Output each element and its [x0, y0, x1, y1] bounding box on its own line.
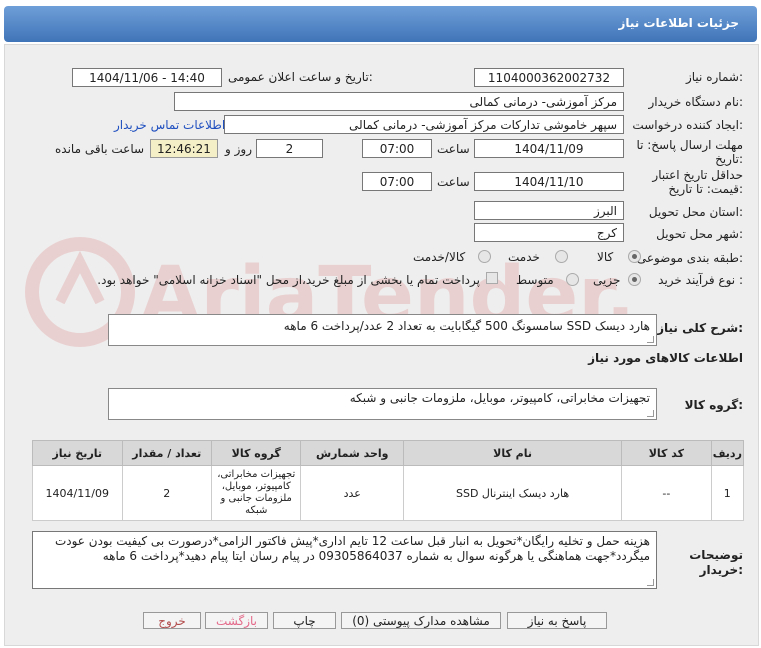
- summary-field: هارد دیسک SSD سامسونگ 500 گیگابایت به تع…: [108, 314, 657, 346]
- remaining-label: ساعت باقی مانده: [55, 142, 145, 156]
- deadline-label-line2: تاریخ:: [715, 152, 743, 166]
- purchase-note: پرداخت تمام یا بخشی از مبلغ خرید،از محل …: [97, 273, 480, 287]
- deadline-label-line1: مهلت ارسال پاسخ: تا: [636, 138, 743, 152]
- print-button[interactable]: چاپ: [273, 612, 336, 629]
- col-row: ردیف: [710, 440, 745, 466]
- exit-button[interactable]: خروج: [143, 612, 201, 629]
- col-code: کد کالا: [621, 440, 712, 466]
- goods-group-label: گروه کالا:: [684, 398, 743, 412]
- validity-label-line2: قیمت: تا تاریخ:: [668, 182, 743, 196]
- province-field: البرز: [474, 201, 624, 220]
- col-unit: واحد شمارش: [300, 440, 404, 466]
- category-goods-label: کالا: [597, 250, 614, 264]
- validity-time-field: 07:00: [362, 172, 432, 191]
- treasury-checkbox[interactable]: [486, 272, 498, 284]
- reply-button[interactable]: پاسخ به نیاز: [507, 612, 607, 629]
- deadline-time-field: 07:00: [362, 139, 432, 158]
- back-button[interactable]: بازگشت: [205, 612, 268, 629]
- page-title: جزئیات اطلاعات نیاز: [618, 16, 739, 30]
- page-header: جزئیات اطلاعات نیاز: [4, 6, 757, 42]
- deadline-time-label: ساعت: [437, 142, 470, 156]
- announce-label: تاریخ و ساعت اعلان عمومی:: [228, 70, 373, 84]
- buyer-notes-label-line2: خریدار:: [699, 563, 743, 577]
- col-qty: تعداد / مقدار: [121, 440, 212, 466]
- cell-unit: عدد: [300, 465, 404, 521]
- category-goods-service-radio[interactable]: [478, 250, 491, 263]
- goods-group-field: تجهیزات مخابراتی، کامپیوتر، موبایل، ملزو…: [108, 388, 657, 420]
- buyer-org-label: نام دستگاه خریدار:: [648, 95, 744, 109]
- category-service-label: خدمت: [508, 250, 540, 264]
- table-header-row: ردیف کد کالا نام کالا واحد شمارش گروه کا…: [32, 440, 745, 466]
- creator-field: سپهر خاموشی تدارکات مرکز آموزشی- درمانی …: [224, 115, 624, 134]
- buyer-notes-label-line1: توضیحات: [689, 548, 743, 562]
- city-label: شهر محل تحویل:: [656, 227, 743, 241]
- category-service-radio[interactable]: [555, 250, 568, 263]
- table-row: 1 -- هارد دیسک اینترنال SSD عدد تجهیزات …: [32, 465, 745, 521]
- view-documents-button[interactable]: مشاهده مدارک پیوستی (0): [341, 612, 501, 629]
- city-field: کرج: [474, 223, 624, 242]
- category-goods-radio[interactable]: [628, 250, 641, 263]
- category-label: طبقه بندی موضوعی:: [636, 251, 743, 265]
- validity-label-line1: حداقل تاریخ اعتبار: [652, 168, 743, 182]
- col-group: گروه کالا: [210, 440, 302, 466]
- validity-time-label: ساعت: [437, 175, 470, 189]
- buyer-org-field: مرکز آموزشی- درمانی کمالی: [174, 92, 624, 111]
- purchase-medium-radio[interactable]: [566, 273, 579, 286]
- announce-field: 1404/11/06 - 14:40: [72, 68, 222, 87]
- validity-date-field: 1404/11/10: [474, 172, 624, 191]
- cell-code: --: [621, 465, 712, 521]
- days-label: روز و: [225, 142, 252, 156]
- cell-date: 1404/11/09: [32, 465, 123, 521]
- cell-row: 1: [710, 465, 745, 521]
- contact-buyer-link[interactable]: اطلاعات تماس خریدار: [114, 118, 225, 132]
- purchase-type-label: نوع فرآیند خرید :: [658, 273, 743, 287]
- creator-label: ایجاد کننده درخواست:: [632, 118, 743, 132]
- need-number-field: 1104000362002732: [474, 68, 624, 87]
- col-name: نام کالا: [402, 440, 623, 466]
- remaining-time-field: 12:46:21: [150, 139, 218, 158]
- buyer-notes-field: هزینه حمل و تخلیه رایگان*تحویل به انبار …: [32, 531, 657, 589]
- purchase-medium-label: متوسط: [516, 273, 554, 287]
- purchase-minor-radio[interactable]: [628, 273, 641, 286]
- summary-label: شرح کلی نیاز:: [657, 321, 743, 335]
- cell-group: تجهیزات مخابراتی، کامپیوتر، موبایل، ملزو…: [210, 465, 302, 521]
- days-field: 2: [256, 139, 323, 158]
- deadline-date-field: 1404/11/09: [474, 139, 624, 158]
- goods-info-title: اطلاعات کالاهای مورد نیاز: [588, 351, 743, 365]
- cell-qty: 2: [121, 465, 212, 521]
- purchase-minor-label: جزیی: [593, 273, 621, 287]
- col-date: تاریخ نیاز: [32, 440, 123, 466]
- need-number-label: شماره نیاز:: [685, 70, 743, 84]
- cell-name: هارد دیسک اینترنال SSD: [402, 465, 623, 521]
- category-goods-service-label: کالا/خدمت: [413, 250, 466, 264]
- province-label: استان محل تحویل:: [648, 205, 743, 219]
- items-table: ردیف کد کالا نام کالا واحد شمارش گروه کا…: [32, 440, 745, 521]
